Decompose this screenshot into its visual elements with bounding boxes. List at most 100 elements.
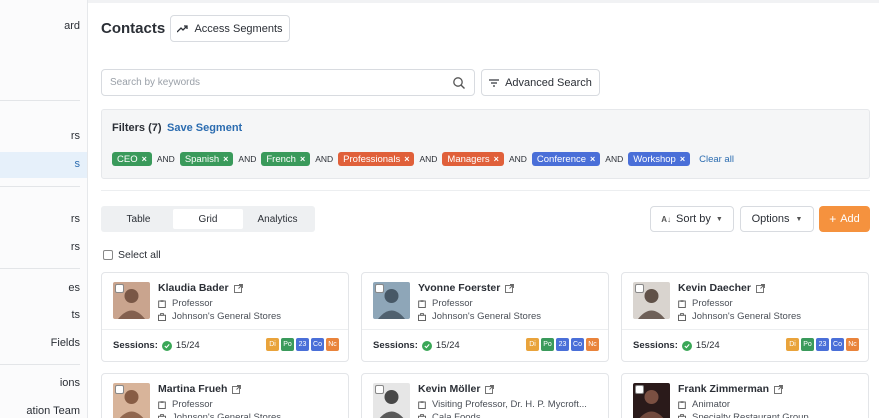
session-badge[interactable]: 23 <box>556 338 569 351</box>
filter-chip[interactable]: CEO × <box>112 152 152 166</box>
options-label: Options <box>751 213 790 225</box>
briefcase-icon <box>678 312 686 321</box>
close-icon[interactable]: × <box>300 154 305 164</box>
briefcase-icon <box>158 413 166 418</box>
external-link-icon[interactable] <box>232 384 242 394</box>
contact-card[interactable]: Klaudia Bader Professor Johnson's General … <box>101 272 349 362</box>
filter-chip[interactable]: French × <box>261 152 311 166</box>
sidebar-item-contacts[interactable]: s <box>0 152 87 178</box>
select-all[interactable]: Select all <box>103 249 161 261</box>
contact-name-row[interactable]: Kevin Möller <box>418 383 495 395</box>
contact-name: Kevin Daecher <box>678 282 751 294</box>
session-badge[interactable]: Po <box>541 338 554 351</box>
tab-grid[interactable]: Grid <box>173 209 243 229</box>
advanced-search-button[interactable]: Advanced Search <box>481 69 600 96</box>
and-separator: AND <box>419 154 438 164</box>
check-circle-icon <box>681 340 692 351</box>
card-checkbox[interactable] <box>115 385 124 394</box>
sessions-row: Sessions: 15/24 <box>633 340 720 351</box>
contact-name-row[interactable]: Frank Zimmerman <box>678 383 783 395</box>
filter-chip[interactable]: Conference × <box>531 152 601 166</box>
top-border <box>88 0 879 3</box>
session-badge[interactable]: Co <box>311 338 324 351</box>
avatar <box>633 383 670 418</box>
external-link-icon[interactable] <box>774 384 783 394</box>
contact-name-row[interactable]: Kevin Daecher <box>678 282 765 294</box>
close-icon[interactable]: × <box>142 154 147 164</box>
clipboard-icon <box>158 400 166 409</box>
filter-chip-label: Professionals <box>343 153 401 165</box>
session-badge[interactable]: Nc <box>326 338 339 351</box>
session-badge[interactable]: Di <box>526 338 539 351</box>
filter-chip[interactable]: Managers × <box>442 152 504 166</box>
filter-chip[interactable]: Spanish × <box>179 152 234 166</box>
access-segments-label: Access Segments <box>194 22 283 35</box>
briefcase-icon <box>158 312 166 321</box>
external-link-icon[interactable] <box>756 283 765 293</box>
session-badge[interactable]: Nc <box>846 338 859 351</box>
contact-card[interactable]: Frank Zimmerman Animator Specialty Restaur… <box>621 373 869 418</box>
tab-table[interactable]: Table <box>104 209 173 229</box>
sidebar-item-label: rs <box>70 213 80 225</box>
contact-name: Kevin Möller <box>418 383 481 395</box>
card-divider <box>102 329 348 330</box>
access-segments-button[interactable]: Access Segments <box>170 15 290 42</box>
contact-card[interactable]: Kevin Möller Visiting Professor, Dr. H. P… <box>361 373 609 418</box>
sidebar: ard rs s rs rs es ts Fields ions ation T… <box>0 0 88 418</box>
sidebar-divider <box>0 268 80 269</box>
contact-name-row[interactable]: Martina Frueh <box>158 383 242 395</box>
contact-title: Professor <box>172 399 213 410</box>
briefcase-icon <box>418 413 426 418</box>
session-badge[interactable]: 23 <box>296 338 309 351</box>
session-badge[interactable]: Po <box>801 338 814 351</box>
add-button[interactable]: + Add <box>819 206 870 232</box>
filter-chip[interactable]: Workshop × <box>628 152 691 166</box>
contact-title-row: Professor <box>158 298 213 309</box>
contact-company-row: Johnson's General Stores <box>158 412 281 418</box>
search-input[interactable] <box>102 70 442 95</box>
contact-name: Klaudia Bader <box>158 282 229 294</box>
contact-name: Martina Frueh <box>158 383 228 395</box>
session-badge[interactable]: Co <box>831 338 844 351</box>
filter-icon <box>489 78 500 87</box>
card-checkbox[interactable] <box>635 385 644 394</box>
avatar <box>373 282 410 319</box>
select-all-checkbox[interactable] <box>103 250 113 260</box>
card-checkbox[interactable] <box>375 385 384 394</box>
close-icon[interactable]: × <box>404 154 409 164</box>
session-badge[interactable]: Co <box>571 338 584 351</box>
session-badge[interactable]: Di <box>266 338 279 351</box>
filter-chips: CEO × AND Spanish × AND French × AND Professional… <box>112 152 734 166</box>
contact-card[interactable]: Kevin Daecher Professor Johnson's General … <box>621 272 869 362</box>
options-button[interactable]: Options ▼ <box>740 206 814 232</box>
contact-title-row: Professor <box>678 298 733 309</box>
sort-by-button[interactable]: A↓ Sort by ▼ <box>650 206 734 232</box>
card-checkbox[interactable] <box>375 284 384 293</box>
filter-chip[interactable]: Professionals × <box>338 152 415 166</box>
tab-analytics[interactable]: Analytics <box>243 209 312 229</box>
contact-name: Frank Zimmerman <box>678 383 770 395</box>
search-icon[interactable] <box>452 76 466 90</box>
external-link-icon[interactable] <box>233 283 243 293</box>
close-icon[interactable]: × <box>590 154 595 164</box>
session-badge[interactable]: Nc <box>586 338 599 351</box>
session-badge[interactable]: 23 <box>816 338 829 351</box>
card-checkbox[interactable] <box>115 284 124 293</box>
contact-name-row[interactable]: Yvonne Foerster <box>418 282 515 294</box>
contact-company: Cala Foods <box>432 412 481 418</box>
session-badge[interactable]: Di <box>786 338 799 351</box>
session-badge[interactable]: Po <box>281 338 294 351</box>
contact-card[interactable]: Martina Frueh Professor Johnson's General … <box>101 373 349 418</box>
close-icon[interactable]: × <box>680 154 685 164</box>
contact-name-row[interactable]: Klaudia Bader <box>158 282 243 294</box>
save-segment-link[interactable]: Save Segment <box>167 122 242 134</box>
external-link-icon[interactable] <box>485 384 495 394</box>
close-icon[interactable]: × <box>223 154 228 164</box>
card-checkbox[interactable] <box>635 284 644 293</box>
session-badges: Di Po 23 Co Nc <box>786 338 859 351</box>
close-icon[interactable]: × <box>494 154 499 164</box>
contact-card[interactable]: Yvonne Foerster Professor Johnson's Genera… <box>361 272 609 362</box>
advanced-search-label: Advanced Search <box>505 76 592 89</box>
clear-all-link[interactable]: Clear all <box>699 154 734 165</box>
external-link-icon[interactable] <box>505 283 515 293</box>
